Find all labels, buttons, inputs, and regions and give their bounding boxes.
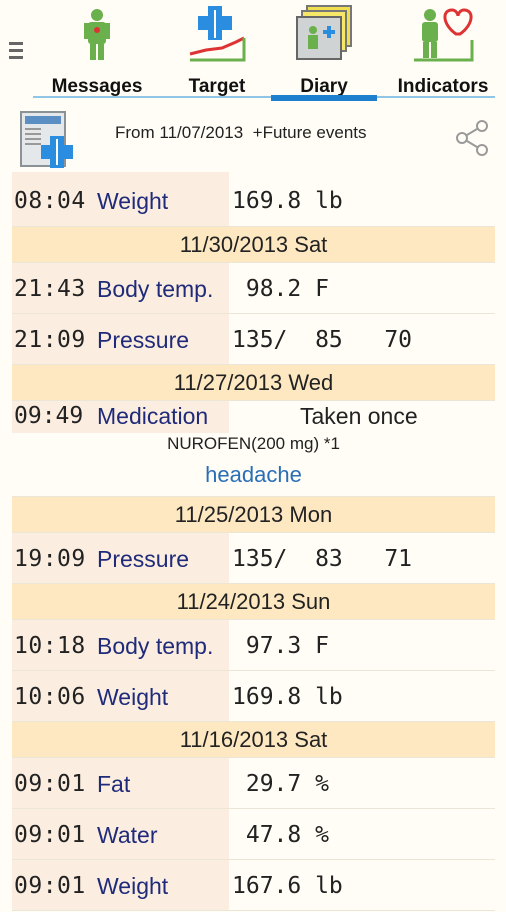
tab-indicators[interactable]: Indicators: [386, 0, 500, 102]
list-item[interactable]: 21:43 Body temp. 98.2 F: [12, 263, 495, 314]
entry-time: 09:49: [12, 401, 91, 433]
list-item[interactable]: 10:18 Body temp. 97.3 F: [12, 620, 495, 671]
newsletter-icon[interactable]: [17, 106, 79, 170]
day-header: 11/30/2013 Sat: [12, 227, 495, 263]
entry-value: 135/ 85 70: [232, 327, 413, 353]
date-range-text[interactable]: From 11/07/2013 +Future events: [115, 123, 367, 143]
tab-indicators-label: Indicators: [397, 76, 489, 97]
entry-kind: Medication: [91, 401, 229, 433]
share-icon[interactable]: [452, 118, 492, 158]
medication-frequency: Taken once: [300, 403, 418, 429]
entry-kind: Water: [91, 809, 229, 859]
list-item[interactable]: 19:09 Pressure 135/ 83 71: [12, 533, 495, 584]
entry-time: 10:18: [12, 620, 91, 670]
menu-handle-icon[interactable]: [9, 42, 23, 64]
day-header: 11/24/2013 Sun: [12, 584, 495, 620]
entry-time: 19:09: [12, 533, 91, 583]
entry-time: 21:09: [12, 314, 91, 364]
medication-name: NUROFEN(200 mg) *1: [167, 434, 340, 453]
tab-messages[interactable]: Messages: [40, 0, 154, 102]
person-icon: [84, 9, 110, 60]
list-item[interactable]: 09:01 Weight 167.6 lb: [12, 860, 495, 911]
entry-kind: Weight: [91, 172, 229, 226]
list-item[interactable]: 09:01 Water 47.8 %: [12, 809, 495, 860]
entry-kind: Body temp.: [91, 620, 229, 670]
diary-header: From 11/07/2013 +Future events: [0, 102, 506, 172]
list-item[interactable]: 21:09 Pressure 135/ 85 70: [12, 314, 495, 365]
entry-time: 08:04: [12, 172, 91, 226]
list-item[interactable]: 09:01 Fat 29.7 %: [12, 758, 495, 809]
medication-note: headache: [205, 462, 302, 487]
day-header: 11/16/2013 Sat: [12, 722, 495, 758]
entry-kind: Weight: [91, 860, 229, 910]
entry-value: 97.3 F: [232, 633, 329, 659]
entry-kind: Weight: [91, 671, 229, 721]
list-item[interactable]: 10:06 Weight 169.8 lb: [12, 671, 495, 722]
active-tab-indicator: [271, 95, 377, 101]
entry-kind: Pressure: [91, 314, 229, 364]
entry-time: 09:01: [12, 860, 91, 910]
entry-value: 47.8 %: [232, 822, 329, 848]
tab-bar: Messages Target Diary Indicators: [0, 0, 506, 102]
entry-value: 167.6 lb: [232, 873, 343, 899]
entry-value: 29.7 %: [232, 771, 329, 797]
entry-kind: Pressure: [91, 533, 229, 583]
entry-kind: Fat: [91, 758, 229, 808]
tab-diary[interactable]: Diary: [271, 0, 377, 102]
medical-target-icon: [189, 6, 246, 62]
entry-kind: Body temp.: [91, 263, 229, 313]
person-heart-icon: [414, 8, 474, 62]
entry-time: 09:01: [12, 758, 91, 808]
entry-time: 10:06: [12, 671, 91, 721]
entry-time: 09:01: [12, 809, 91, 859]
tab-messages-label: Messages: [51, 76, 143, 97]
tab-underline: [33, 96, 495, 98]
tab-target-label: Target: [188, 76, 246, 97]
entry-value: 169.8 lb: [232, 684, 343, 710]
entry-value: 169.8 lb: [232, 188, 343, 214]
list-item-medication[interactable]: 09:49 Medication Taken once NUROFEN(200 …: [12, 401, 495, 497]
list-item[interactable]: 08:04 Weight 169.8 lb: [12, 172, 495, 227]
tab-target[interactable]: Target: [164, 0, 270, 102]
day-header: 11/27/2013 Wed: [12, 365, 495, 401]
entry-value: 98.2 F: [232, 276, 329, 302]
entry-value: 135/ 83 71: [232, 546, 413, 572]
diary-list: 08:04 Weight 169.8 lb 11/30/2013 Sat 21:…: [12, 172, 495, 911]
entry-time: 21:43: [12, 263, 91, 313]
day-header: 11/25/2013 Mon: [12, 497, 495, 533]
diary-cards-icon: [296, 5, 352, 60]
